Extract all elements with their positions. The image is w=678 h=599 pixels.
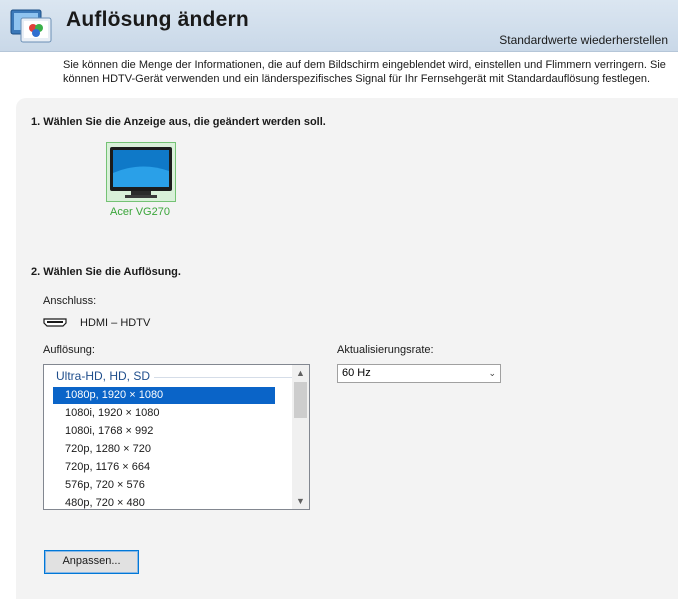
resolution-label: Auflösung:	[43, 344, 95, 356]
resolution-scrollbar[interactable]: ▲ ▼	[292, 365, 309, 509]
settings-panel: 1. Wählen Sie die Anzeige aus, die geänd…	[16, 98, 678, 599]
connection-value: HDMI – HDTV	[80, 317, 151, 329]
resolution-listbox[interactable]: Ultra-HD, HD, SD 1080p, 1920 × 1080 1080…	[43, 364, 310, 510]
page-description: Sie können die Menge der Informationen, …	[63, 59, 666, 85]
monitor-icon	[110, 147, 172, 198]
chevron-down-icon: ⌄	[488, 368, 496, 378]
section-1-title: 1. Wählen Sie die Anzeige aus, die geänd…	[31, 116, 326, 128]
restore-defaults-link[interactable]: Standardwerte wiederherstellen	[499, 33, 668, 47]
resolution-item[interactable]: 1080i, 1920 × 1080	[53, 405, 275, 422]
display-name[interactable]: Acer VG270	[96, 206, 184, 218]
resolution-item[interactable]: 1080p, 1920 × 1080	[53, 387, 275, 404]
resolution-item[interactable]: 576p, 720 × 576	[53, 477, 275, 494]
connection-label: Anschluss:	[43, 295, 97, 307]
refresh-rate-label: Aktualisierungsrate:	[337, 344, 434, 356]
resolution-item[interactable]: 480p, 720 × 480	[53, 495, 275, 509]
hdmi-connector-icon	[43, 318, 67, 327]
resolution-item[interactable]: 1080i, 1768 × 992	[53, 423, 275, 440]
resolution-item[interactable]: 720p, 1176 × 664	[53, 459, 275, 476]
display-settings-icon	[10, 9, 52, 43]
scrollbar-thumb[interactable]	[294, 382, 307, 418]
section-2-title: 2. Wählen Sie die Auflösung.	[31, 266, 181, 278]
group-divider	[154, 377, 294, 378]
resolution-item[interactable]: 720p, 1280 × 720	[53, 441, 275, 458]
page-title: Auflösung ändern	[66, 8, 249, 31]
display-tile-acer[interactable]	[106, 142, 176, 202]
chevron-down-icon[interactable]: ▼	[292, 493, 309, 509]
refresh-rate-value: 60 Hz	[342, 367, 371, 379]
customize-button[interactable]: Anpassen...	[44, 550, 139, 574]
list-group-header: Ultra-HD, HD, SD	[56, 369, 151, 383]
refresh-rate-select[interactable]: 60 Hz ⌄	[337, 364, 501, 383]
page-header: Auflösung ändern Standardwerte wiederher…	[0, 0, 678, 52]
chevron-up-icon[interactable]: ▲	[292, 365, 309, 381]
